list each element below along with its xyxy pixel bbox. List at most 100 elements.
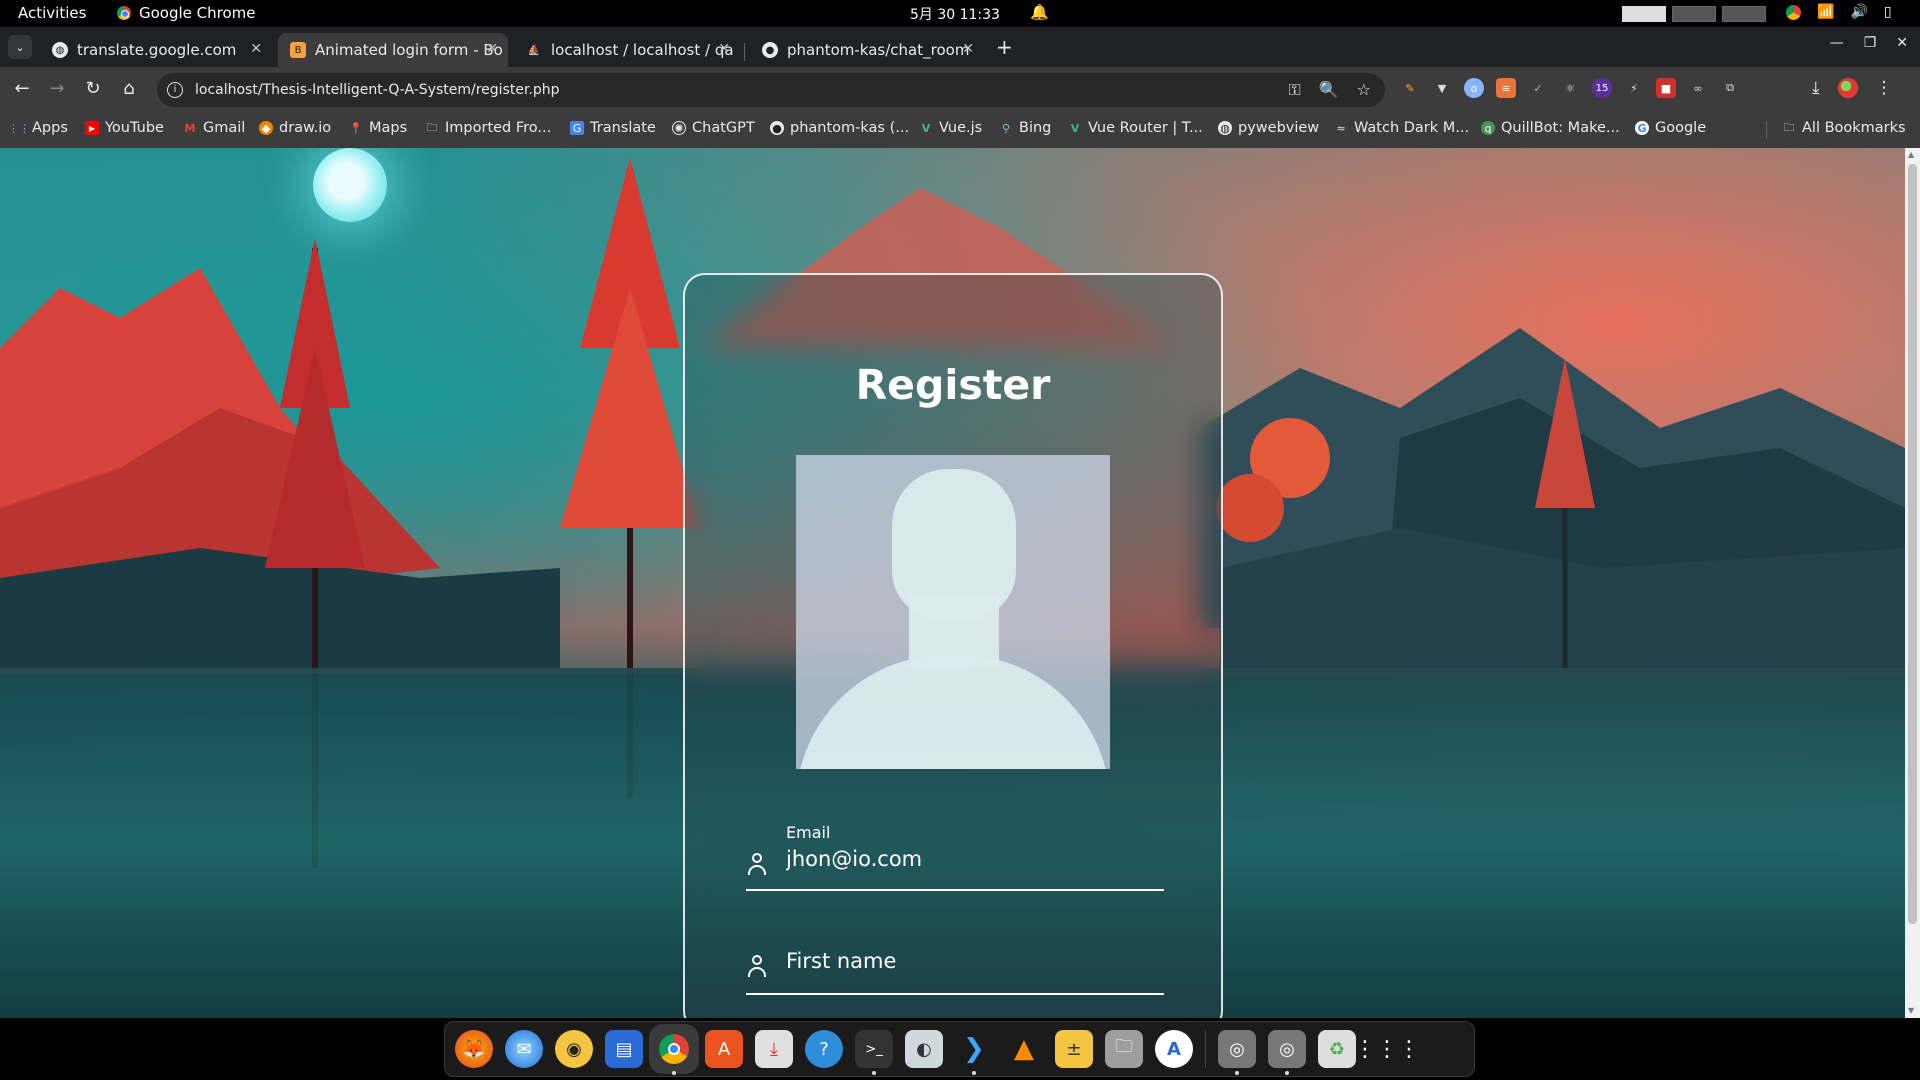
all-bookmarks-button[interactable]: 🗀 All Bookmarks [1782,120,1906,136]
profile-avatar-icon[interactable] [1837,78,1858,98]
scrollbar-thumb[interactable] [1908,164,1917,924]
pen-extension-icon[interactable]: ✎ [1400,78,1420,98]
bookmark-chatgpt[interactable]: ✺ ChatGPT [672,120,755,136]
tab-phpmyadmin[interactable]: ⛵ localhost / localhost / qa ✕ [514,33,740,67]
battery-icon[interactable]: ▯ [1884,4,1892,20]
settings-toggle-icon[interactable]: ◐ [905,1030,943,1068]
bookmark-vue-router[interactable]: V Vue Router | T... [1068,120,1203,136]
close-tab-icon[interactable]: ✕ [718,41,730,57]
kebab-menu-icon[interactable]: ⋮ [1876,78,1893,98]
chain-extension-icon[interactable]: ∞ [1688,78,1708,98]
orange-extension-icon[interactable]: ≡ [1496,78,1516,98]
bookmark-star-icon[interactable]: ☆ [1357,80,1371,100]
bookmark-pywebview[interactable]: ◍ pywebview [1218,120,1319,136]
disk-drive-icon[interactable]: ◎ [1218,1030,1256,1075]
minimize-icon[interactable]: — [1830,35,1844,51]
volume-icon[interactable]: 🔊 [1850,4,1867,20]
bookmark-imported-folder[interactable]: 🗀 Imported Fro... [425,120,552,136]
bookmark-bing[interactable]: ⚲ Bing [999,120,1051,136]
thunderbird-icon[interactable]: ✉ [505,1030,543,1068]
app-menu[interactable]: Google Chrome [117,4,256,22]
react-devtools-icon[interactable]: ⚛ [1560,78,1580,98]
chrome-icon[interactable] [655,1030,693,1075]
maps-icon: 📍 [349,121,363,135]
calculator-icon[interactable]: ± [1055,1030,1093,1068]
activities-button[interactable]: Activities [18,4,86,22]
back-arrow-icon[interactable]: ← [11,78,33,99]
puzzle-extensions-icon[interactable]: ⧉ [1720,78,1740,98]
bookmark-apps[interactable]: ⋮⋮ Apps [8,120,68,136]
system-status-area[interactable]: 📶 🔊 ▯ [1786,4,1892,20]
font-viewer-icon[interactable]: A [1155,1030,1193,1068]
tab-animated-login[interactable]: B Animated login form - Bo ✕ [278,33,508,67]
forward-arrow-icon[interactable]: → [46,78,68,99]
app-center-icon[interactable]: A [705,1030,743,1068]
first-name-input[interactable] [786,949,1156,973]
libreoffice-writer-icon[interactable]: ▤ [605,1030,643,1068]
bookmark-gmail[interactable]: M Gmail [183,120,246,136]
profile-photo-upload[interactable] [796,455,1110,769]
clock[interactable]: 5月 30 11:33 [910,4,1000,24]
bookmark-vuejs[interactable]: V Vue.js [919,120,983,136]
workspace-3[interactable] [1722,6,1766,22]
workspace-indicator[interactable] [1622,6,1766,22]
close-tab-icon[interactable]: ✕ [250,41,262,57]
home-icon[interactable]: ⌂ [118,78,140,99]
page-viewport: Register Email [0,148,1905,1018]
scroll-up-arrow-icon[interactable]: ▲ [1908,150,1914,159]
software-updater-icon[interactable]: ⤓ [755,1030,793,1068]
show-apps-grid-icon[interactable]: ⋮⋮⋮ [1354,1030,1420,1068]
terminal-icon[interactable]: >_ [855,1030,893,1075]
bolt-extension-icon[interactable]: ⚡ [1624,78,1644,98]
wifi-icon[interactable]: 📶 [1817,4,1834,20]
github-icon: ● [770,121,784,135]
reload-icon[interactable]: ↻ [82,78,104,99]
chrome-tray-icon[interactable] [1786,5,1801,20]
scroll-down-arrow-icon[interactable]: ▼ [1908,1006,1914,1015]
rhythmbox-icon[interactable]: ◉ [555,1030,593,1068]
workspace-2[interactable] [1672,6,1716,22]
maximize-icon[interactable]: ❐ [1864,35,1877,51]
url-text[interactable]: localhost/Thesis-Intelligent-Q-A-System/… [195,82,560,98]
bookmark-maps[interactable]: 📍 Maps [349,120,407,136]
workspace-1[interactable] [1622,6,1666,22]
bookmark-youtube[interactable]: ▶ YouTube [85,120,164,136]
zoom-icon[interactable]: 🔍 [1319,80,1339,100]
bookmark-google[interactable]: G Google [1635,120,1706,136]
bookmark-phantom-kas[interactable]: ● phantom-kas (... [770,120,909,136]
tab-github[interactable]: ● phantom-kas/chat_room ✕ [750,33,984,67]
firefox-icon[interactable]: 🦊 [455,1030,493,1068]
quillbot-icon: q [1481,121,1495,135]
red-extension-icon[interactable]: ■ [1656,78,1676,98]
notification-bell-icon[interactable]: 🔔 [1030,3,1049,21]
check-extension-icon[interactable]: ✓ [1528,78,1548,98]
email-input[interactable] [786,847,1156,871]
vimium-extension-icon[interactable]: ▼ [1432,78,1452,98]
close-tab-icon[interactable]: ✕ [962,41,974,57]
page-scrollbar[interactable]: ▲ ▼ [1905,148,1920,1018]
close-window-icon[interactable]: ✕ [1896,35,1908,51]
vlc-icon[interactable]: ▲ [1005,1030,1043,1068]
tab-strip: ⌄ ◍ translate.google.com ✕ B Animated lo… [0,27,1920,67]
bookmark-drawio[interactable]: ◆ draw.io [259,120,331,136]
password-key-icon[interactable]: ⚿ [1289,80,1301,100]
bookmark-watch-dark[interactable]: ≈ Watch Dark M... [1334,120,1469,136]
address-bar[interactable]: i localhost/Thesis-Intelligent-Q-A-Syste… [157,73,1385,107]
site-info-icon[interactable]: i [167,82,183,98]
download-icon[interactable]: ⤓ [1812,78,1820,98]
tab-translate[interactable]: ◍ translate.google.com ✕ [40,33,272,67]
badge-extension-icon[interactable]: 15 [1592,78,1612,98]
tab-search-button[interactable]: ⌄ [8,35,32,59]
bookmark-translate[interactable]: G Translate [570,120,656,136]
circle-extension-icon[interactable]: o [1464,78,1484,98]
help-icon[interactable]: ? [805,1030,843,1068]
vscode-icon[interactable]: ❯ [955,1030,993,1075]
close-tab-icon[interactable]: ✕ [486,41,498,57]
new-tab-button[interactable]: + [996,35,1013,59]
first-name-underline [746,993,1164,995]
disk-drive-icon[interactable]: ◎ [1268,1030,1306,1075]
vue-icon: V [921,121,931,135]
trash-icon[interactable]: ♻ [1318,1030,1356,1068]
files-icon[interactable]: 🗀 [1105,1030,1143,1068]
bookmark-quillbot[interactable]: q QuillBot: Make... [1481,120,1620,136]
